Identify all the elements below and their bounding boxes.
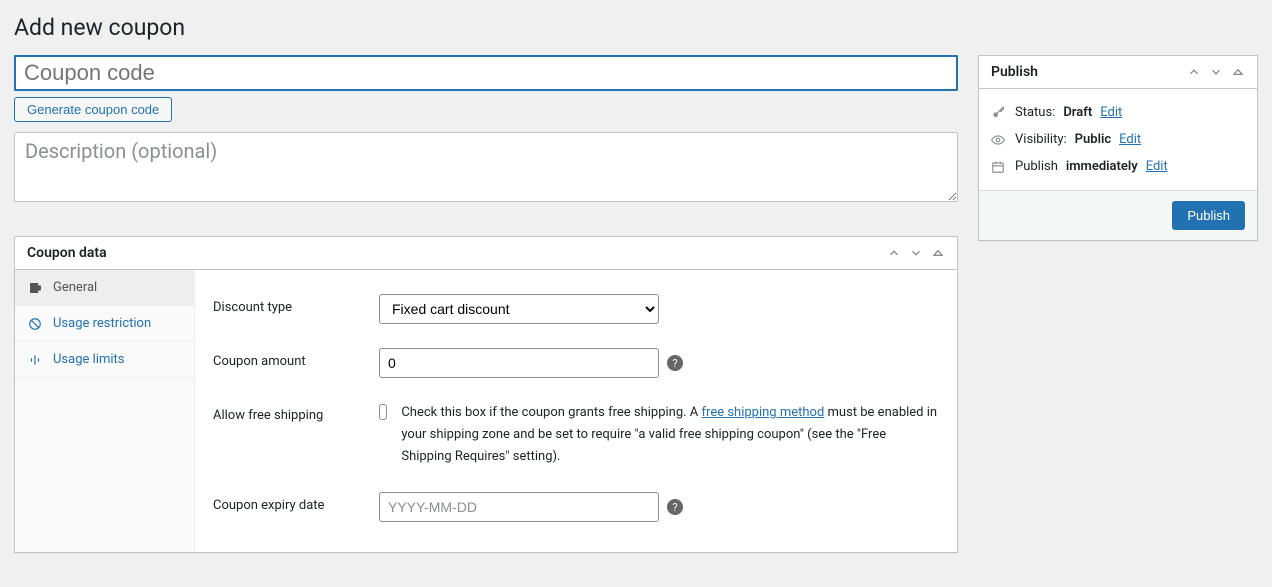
tab-label: General [53, 280, 97, 295]
description-textarea[interactable] [14, 132, 958, 202]
expiry-date-input[interactable] [379, 492, 659, 522]
edit-visibility-link[interactable]: Edit [1119, 132, 1141, 147]
eye-icon [991, 133, 1007, 147]
move-down-icon[interactable] [909, 246, 923, 260]
toggle-panel-icon[interactable] [1231, 65, 1245, 79]
coupon-amount-label: Coupon amount [213, 348, 363, 369]
discount-type-label: Discount type [213, 294, 363, 315]
edit-schedule-link[interactable]: Edit [1146, 159, 1168, 174]
move-up-icon[interactable] [1187, 65, 1201, 79]
status-value: Draft [1063, 105, 1092, 120]
generate-coupon-button[interactable]: Generate coupon code [14, 97, 172, 122]
expiry-label: Coupon expiry date [213, 492, 363, 513]
tab-usage-limits[interactable]: Usage limits [15, 342, 194, 378]
coupon-code-input[interactable] [14, 55, 958, 91]
edit-status-link[interactable]: Edit [1100, 105, 1122, 120]
schedule-label: Publish [1015, 159, 1058, 174]
tab-usage-restriction[interactable]: Usage restriction [15, 306, 194, 342]
ticket-icon [27, 281, 43, 295]
schedule-value: immediately [1066, 159, 1138, 174]
publish-title: Publish [991, 64, 1038, 80]
block-icon [27, 317, 43, 331]
coupon-amount-input[interactable] [379, 348, 659, 378]
tab-general[interactable]: General [15, 270, 194, 306]
calendar-icon [991, 160, 1007, 174]
help-icon[interactable]: ? [667, 499, 683, 515]
page-title: Add new coupon [14, 14, 1258, 41]
visibility-value: Public [1075, 132, 1111, 147]
coupon-data-title: Coupon data [27, 245, 107, 261]
move-down-icon[interactable] [1209, 65, 1223, 79]
discount-type-select[interactable]: Fixed cart discount [379, 294, 659, 324]
free-shipping-label: Allow free shipping [213, 402, 363, 423]
coupon-data-panel: Coupon data General [14, 236, 958, 553]
tab-label: Usage limits [53, 352, 124, 367]
help-icon[interactable]: ? [667, 355, 683, 371]
free-shipping-method-link[interactable]: free shipping method [702, 405, 825, 420]
publish-panel: Publish Status: Draft Edit [978, 55, 1258, 241]
key-icon [991, 106, 1007, 120]
free-shipping-description: Check this box if the coupon grants free… [401, 402, 939, 468]
status-label: Status: [1015, 105, 1055, 120]
limits-icon [27, 353, 43, 367]
move-up-icon[interactable] [887, 246, 901, 260]
visibility-label: Visibility: [1015, 132, 1067, 147]
free-shipping-checkbox[interactable] [379, 404, 387, 420]
toggle-panel-icon[interactable] [931, 246, 945, 260]
publish-button[interactable]: Publish [1172, 201, 1245, 230]
tab-label: Usage restriction [53, 316, 151, 331]
coupon-tabs: General Usage restriction [15, 270, 195, 552]
